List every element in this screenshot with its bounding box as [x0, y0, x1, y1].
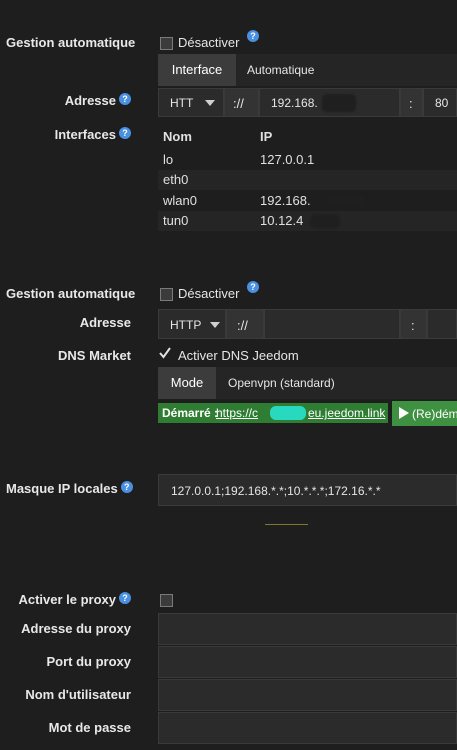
proxy-adresse-label: Adresse du proxy — [21, 621, 131, 636]
separator-addon-1: :// — [224, 88, 259, 117]
gestion-auto-label-1: Gestion automatique — [6, 35, 136, 50]
proxy-activer-label: Activer le proxy? — [6, 592, 131, 607]
protocol-select-1[interactable]: HTT — [158, 88, 224, 117]
help-icon[interactable]: ? — [120, 481, 133, 493]
gestion-auto-checkbox-2[interactable] — [160, 288, 173, 301]
address-input-1[interactable]: 192.168. — [259, 88, 400, 117]
chevron-down-icon — [205, 100, 215, 106]
desactiver-label-2: Désactiver — [178, 286, 240, 301]
redaction-blur — [322, 94, 356, 112]
proxy-address-input[interactable] — [158, 613, 457, 645]
divider — [265, 524, 308, 525]
status-prefix: Démarré : — [162, 406, 219, 420]
help-icon[interactable]: ? — [247, 281, 259, 293]
help-icon[interactable]: ? — [119, 127, 131, 139]
proxy-user-label: Nom d'utilisateur — [25, 687, 131, 702]
gestion-auto-checkbox-1[interactable] — [160, 37, 173, 50]
colon-addon-1: : — [400, 88, 423, 117]
help-icon[interactable]: ? — [119, 592, 131, 604]
proxy-port-input[interactable] — [158, 646, 457, 678]
dns-checkbox[interactable] — [158, 346, 172, 363]
masque-label: Masque IP locales? — [6, 481, 133, 496]
redaction-blur — [326, 195, 366, 208]
masque-value: 127.0.0.1;192.168.*.*;10.*.*.*;172.16.*.… — [171, 484, 381, 498]
colon-addon-2: : — [400, 309, 427, 339]
restart-label: (Re)dém — [412, 407, 457, 421]
column-header-ip: IP — [260, 129, 273, 144]
redaction-blur — [270, 406, 306, 420]
adresse-label-2: Adresse — [79, 315, 131, 330]
table-header: Nom IP — [158, 127, 457, 149]
interfaces-label: Interfaces? — [6, 127, 131, 142]
play-icon — [399, 407, 409, 419]
table-row: tun0 10.12.4 — [158, 211, 457, 231]
check-icon — [159, 347, 171, 359]
protocol-value: HTT — [170, 96, 194, 110]
gestion-auto-label-2: Gestion automatique — [6, 286, 136, 301]
restart-button[interactable]: (Re)dém — [392, 401, 457, 426]
protocol-value: HTTP — [170, 318, 202, 332]
dns-market-label: DNS Market — [58, 348, 131, 363]
table-row: lo 127.0.0.1 — [163, 152, 315, 167]
help-icon[interactable]: ? — [119, 93, 131, 105]
table-row: wlan0 192.168. — [158, 191, 457, 211]
adresse-label-1: Adresse? — [6, 93, 131, 108]
mode-label: Mode — [158, 367, 216, 399]
mode-select[interactable]: Openvpn (standard) — [216, 367, 457, 399]
desactiver-label-1: Désactiver — [178, 35, 240, 50]
table-row: eth0 — [158, 170, 457, 190]
status-link-domain[interactable]: eu.jeedom.link — [308, 406, 385, 420]
address-value: 192.168. — [271, 96, 318, 110]
dns-checkbox-label: Activer DNS Jeedom — [178, 348, 299, 363]
port-input-1[interactable]: 80 — [423, 88, 457, 117]
masque-input[interactable]: 127.0.0.1;192.168.*.*;10.*.*.*;172.16.*.… — [158, 474, 457, 506]
tab-automatique[interactable]: Automatique — [236, 54, 457, 86]
help-icon[interactable]: ? — [247, 30, 259, 42]
separator-addon-2: :// — [226, 309, 264, 339]
chevron-down-icon — [210, 322, 220, 328]
column-header-nom: Nom — [163, 129, 192, 144]
proxy-password-input[interactable] — [158, 712, 457, 744]
tab-interface[interactable]: Interface — [158, 54, 236, 86]
protocol-select-2[interactable]: HTTP — [158, 309, 226, 339]
proxy-user-input[interactable] — [158, 679, 457, 711]
address-input-2[interactable] — [264, 309, 400, 339]
port-input-2[interactable] — [427, 309, 457, 339]
port-value: 80 — [435, 96, 449, 110]
status-badge: Démarré : https://c eu.jeedom.link — [158, 403, 388, 423]
proxy-checkbox[interactable] — [160, 594, 173, 607]
proxy-port-label: Port du proxy — [46, 654, 131, 669]
status-link[interactable]: https://c — [216, 406, 258, 420]
redaction-blur — [310, 215, 340, 228]
proxy-password-label: Mot de passe — [48, 720, 131, 735]
